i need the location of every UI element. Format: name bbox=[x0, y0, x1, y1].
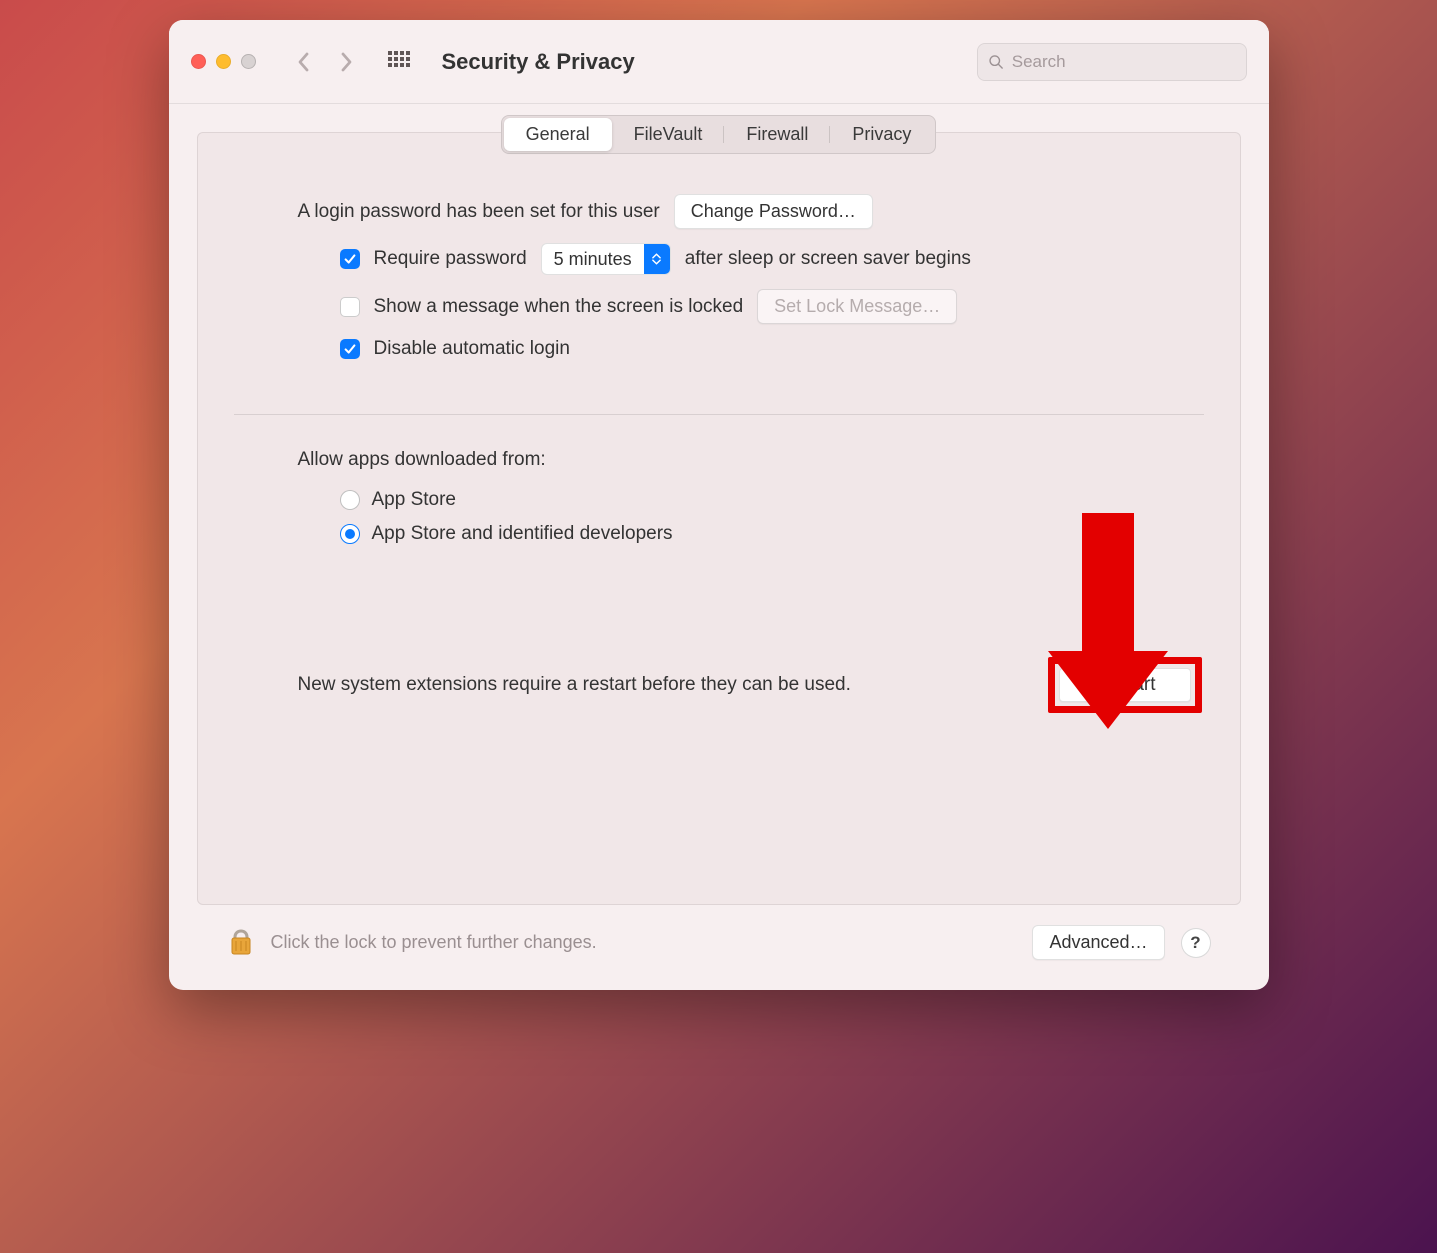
zoom-window-button[interactable] bbox=[241, 54, 256, 69]
tab-firewall[interactable]: Firewall bbox=[724, 118, 830, 151]
require-password-checkbox[interactable] bbox=[340, 249, 360, 269]
login-password-text: A login password has been set for this u… bbox=[298, 201, 660, 223]
system-preferences-window: Security & Privacy General FileVault Fir… bbox=[169, 20, 1269, 990]
show-message-row: Show a message when the screen is locked… bbox=[298, 289, 1140, 324]
disable-auto-login-checkbox[interactable] bbox=[340, 339, 360, 359]
radio-identified-label: App Store and identified developers bbox=[372, 523, 673, 545]
allow-apps-section: Allow apps downloaded from: App Store Ap… bbox=[198, 415, 1240, 567]
search-input[interactable] bbox=[1012, 52, 1236, 72]
set-lock-message-button: Set Lock Message… bbox=[757, 289, 957, 324]
restart-message: New system extensions require a restart … bbox=[298, 674, 851, 696]
restart-button[interactable]: Restart bbox=[1059, 668, 1190, 702]
window-title: Security & Privacy bbox=[442, 49, 635, 75]
general-settings: A login password has been set for this u… bbox=[198, 154, 1240, 414]
footer: Click the lock to prevent further change… bbox=[197, 905, 1241, 962]
toolbar: Security & Privacy bbox=[169, 20, 1269, 104]
require-password-delay-value: 5 minutes bbox=[542, 249, 644, 270]
login-password-row: A login password has been set for this u… bbox=[298, 194, 1140, 229]
tabs-wrap: General FileVault Firewall Privacy bbox=[198, 115, 1240, 154]
tab-privacy[interactable]: Privacy bbox=[830, 118, 933, 151]
show-all-icon[interactable] bbox=[388, 51, 410, 73]
search-icon bbox=[988, 53, 1004, 71]
tab-general[interactable]: General bbox=[504, 118, 612, 151]
allow-apps-heading: Allow apps downloaded from: bbox=[298, 449, 1140, 471]
close-window-button[interactable] bbox=[191, 54, 206, 69]
minimize-window-button[interactable] bbox=[216, 54, 231, 69]
show-message-checkbox[interactable] bbox=[340, 297, 360, 317]
search-box[interactable] bbox=[977, 43, 1247, 81]
require-password-suffix: after sleep or screen saver begins bbox=[685, 248, 971, 270]
main-panel: General FileVault Firewall Privacy A log… bbox=[197, 132, 1241, 905]
help-button[interactable]: ? bbox=[1181, 928, 1211, 958]
lock-text: Click the lock to prevent further change… bbox=[271, 932, 1017, 953]
radio-identified[interactable] bbox=[340, 524, 360, 544]
require-password-delay-select[interactable]: 5 minutes bbox=[541, 243, 671, 275]
content: General FileVault Firewall Privacy A log… bbox=[169, 104, 1269, 990]
radio-appstore[interactable] bbox=[340, 490, 360, 510]
disable-auto-login-label: Disable automatic login bbox=[374, 338, 570, 360]
radio-appstore-label: App Store bbox=[372, 489, 457, 511]
tabs: General FileVault Firewall Privacy bbox=[501, 115, 937, 154]
allow-apps-option-appstore[interactable]: App Store bbox=[298, 489, 1140, 511]
tab-filevault[interactable]: FileVault bbox=[612, 118, 725, 151]
back-button[interactable] bbox=[290, 48, 318, 76]
require-password-row: Require password 5 minutes after sleep o… bbox=[298, 243, 1140, 275]
require-password-label: Require password bbox=[374, 248, 527, 270]
forward-button[interactable] bbox=[332, 48, 360, 76]
allow-apps-option-identified[interactable]: App Store and identified developers bbox=[298, 523, 1140, 545]
lock-icon[interactable] bbox=[227, 923, 255, 962]
advanced-button[interactable]: Advanced… bbox=[1032, 925, 1164, 960]
restart-row: New system extensions require a restart … bbox=[198, 657, 1240, 713]
show-message-label: Show a message when the screen is locked bbox=[374, 296, 744, 318]
select-stepper-icon bbox=[644, 244, 670, 274]
disable-auto-login-row: Disable automatic login bbox=[298, 338, 1140, 360]
annotation-highlight-box: Restart bbox=[1048, 657, 1201, 713]
traffic-lights bbox=[191, 54, 256, 69]
change-password-button[interactable]: Change Password… bbox=[674, 194, 873, 229]
nav-arrows bbox=[290, 48, 360, 76]
